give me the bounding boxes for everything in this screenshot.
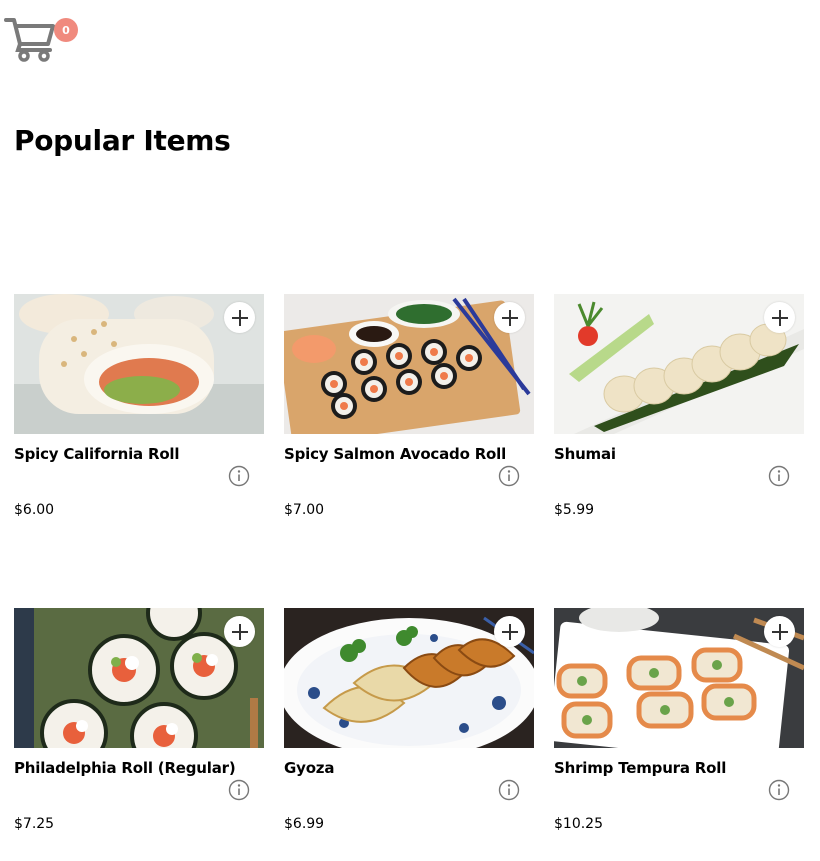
- info-icon: [228, 465, 250, 487]
- item-name: Gyoza: [284, 759, 335, 777]
- plus-icon: [501, 309, 518, 326]
- item-name: Spicy California Roll: [14, 445, 180, 463]
- add-to-cart-button[interactable]: [224, 302, 255, 333]
- menu-item-card[interactable]: Shrimp Tempura Roll $10.25: [554, 608, 804, 848]
- item-info-button[interactable]: [498, 779, 520, 801]
- item-name: Spicy Salmon Avocado Roll: [284, 445, 507, 463]
- item-price: $6.00: [14, 502, 55, 518]
- add-to-cart-button[interactable]: [494, 302, 525, 333]
- plus-icon: [771, 309, 788, 326]
- page-title: Popular Items: [14, 124, 231, 157]
- item-price: $10.25: [554, 816, 603, 832]
- item-price: $7.00: [284, 502, 325, 518]
- info-icon: [768, 779, 790, 801]
- menu-item-card[interactable]: Spicy California Roll $6.00: [14, 294, 264, 534]
- item-photo[interactable]: [554, 608, 804, 748]
- add-to-cart-button[interactable]: [764, 616, 795, 647]
- cart-count-badge: 0: [54, 18, 78, 42]
- plus-icon: [501, 623, 518, 640]
- info-icon: [498, 465, 520, 487]
- info-icon: [768, 465, 790, 487]
- plus-icon: [771, 623, 788, 640]
- item-info-button[interactable]: [768, 465, 790, 487]
- info-icon: [228, 779, 250, 801]
- add-to-cart-button[interactable]: [764, 302, 795, 333]
- plus-icon: [231, 623, 248, 640]
- item-photo[interactable]: [14, 294, 264, 434]
- item-info-button[interactable]: [228, 465, 250, 487]
- item-photo[interactable]: [284, 294, 534, 434]
- item-name: Shumai: [554, 445, 616, 463]
- info-icon: [498, 779, 520, 801]
- item-info-button[interactable]: [768, 779, 790, 801]
- item-name: Shrimp Tempura Roll: [554, 759, 727, 777]
- add-to-cart-button[interactable]: [494, 616, 525, 647]
- item-info-button[interactable]: [228, 779, 250, 801]
- cart-button[interactable]: 0: [4, 8, 78, 64]
- item-photo[interactable]: [14, 608, 264, 748]
- item-price: $6.99: [284, 816, 325, 832]
- menu-item-card[interactable]: Shumai $5.99: [554, 294, 804, 534]
- item-photo[interactable]: [284, 608, 534, 748]
- add-to-cart-button[interactable]: [224, 616, 255, 647]
- item-name: Philadelphia Roll (Regular): [14, 759, 236, 777]
- menu-item-card[interactable]: Philadelphia Roll (Regular) $7.25: [14, 608, 264, 848]
- item-price: $5.99: [554, 502, 595, 518]
- cart-icon: [4, 18, 55, 62]
- item-price: $7.25: [14, 816, 55, 832]
- item-info-button[interactable]: [498, 465, 520, 487]
- plus-icon: [231, 309, 248, 326]
- menu-item-card[interactable]: Spicy Salmon Avocado Roll $7.00: [284, 294, 534, 534]
- item-photo[interactable]: [554, 294, 804, 434]
- menu-item-card[interactable]: Gyoza $6.99: [284, 608, 534, 848]
